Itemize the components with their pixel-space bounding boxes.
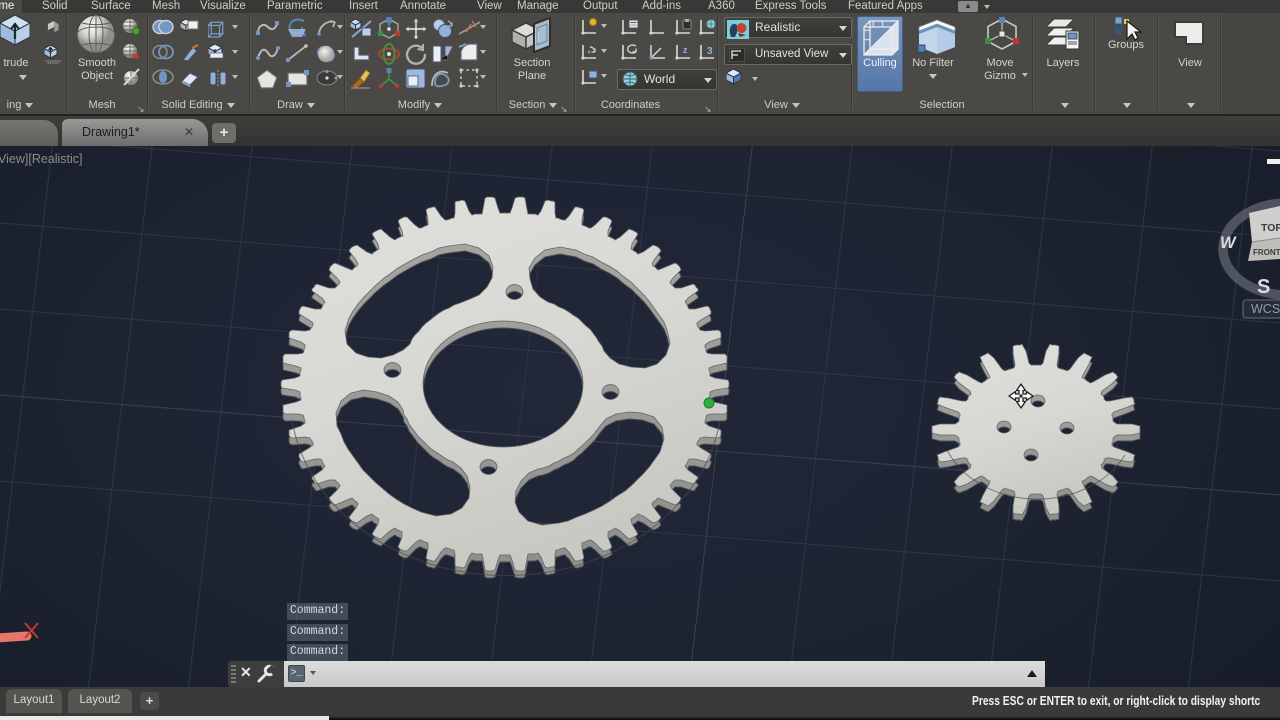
svg-text:3: 3 <box>707 46 713 57</box>
svg-text:TOP: TOP <box>1261 222 1280 234</box>
svg-text:z: z <box>683 45 688 55</box>
svg-text:W: W <box>1220 234 1237 252</box>
svg-text:WCS: WCS <box>1251 302 1280 316</box>
svg-text:S: S <box>1257 276 1270 298</box>
svg-text:FRONT: FRONT <box>1253 248 1280 257</box>
